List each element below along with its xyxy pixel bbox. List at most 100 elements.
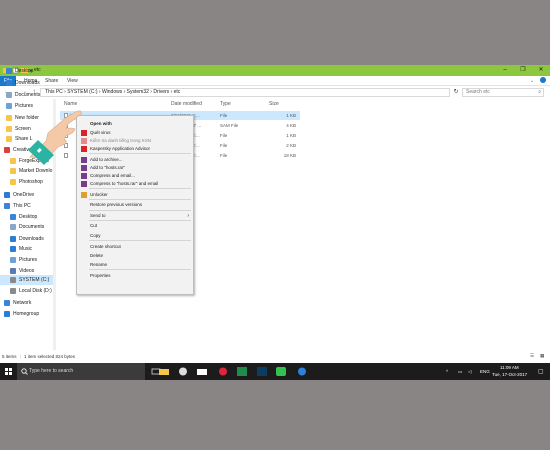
selection-info: 1 item selected 824 bytes [24, 354, 76, 359]
search-placeholder: Search etc [466, 89, 490, 95]
menu-item[interactable]: Open with [77, 120, 193, 128]
column-date[interactable]: Date modified [171, 101, 202, 107]
clock-date[interactable]: Tue, 17-Oct-2017 [492, 372, 527, 389]
menu-separator [89, 188, 191, 189]
nav-item[interactable]: Downloads [0, 234, 56, 244]
nav-item[interactable]: SYSTEM (C:) [0, 275, 56, 285]
menu-item[interactable]: Quét virus [77, 129, 193, 137]
folder-icon [6, 115, 12, 121]
nav-item[interactable]: Homegroup [0, 309, 56, 319]
menu-item[interactable]: Properties [77, 272, 193, 280]
desktop-icon [6, 68, 12, 74]
nav-item[interactable]: Documents [0, 90, 56, 100]
nav-item[interactable]: OneDrive [0, 190, 56, 200]
language-indicator[interactable]: ENG [480, 369, 490, 386]
menu-item[interactable]: Kiểm tra danh tiếng trong KSN [77, 137, 193, 145]
details-view-icon[interactable]: ☰ [530, 353, 536, 359]
photoshop-icon[interactable] [256, 365, 268, 378]
status-divider: | [20, 354, 22, 359]
refresh-icon[interactable]: ↻ [452, 88, 460, 96]
nav-item[interactable]: Documents [0, 222, 56, 232]
context-menu: Open with Quét virus Kiểm tra danh tiếng t… [76, 115, 194, 295]
windows-icon [5, 368, 12, 375]
onedrive-icon [4, 192, 10, 198]
menu-item[interactable]: Cut [77, 222, 193, 230]
large-icons-view-icon[interactable]: ▦ [540, 353, 546, 359]
title-bar: ▾ etc – ❐ ✕ [0, 65, 550, 76]
menu-item[interactable]: Compress to "hosts.rar" and email [77, 180, 193, 188]
menu-item[interactable]: Kaspersky Application Advisor [77, 145, 193, 153]
maximize-button[interactable]: ❐ [514, 65, 532, 76]
app-icon-chrome-like[interactable] [177, 365, 189, 378]
menu-separator [89, 199, 191, 200]
nav-item[interactable]: This PC [0, 201, 56, 211]
menu-item[interactable]: Add to "hosts.rar" [77, 164, 193, 172]
search-icon [21, 368, 28, 375]
taskbar-search[interactable]: Type here to search [17, 363, 145, 380]
menu-item-label: Compress and email... [90, 173, 136, 178]
menu-item-label: Kiểm tra danh tiếng trong KSN [90, 138, 152, 143]
nav-item-label: Desktop [19, 214, 38, 220]
nav-item[interactable]: Pictures [0, 255, 56, 265]
unlocker-icon [81, 192, 87, 198]
mail-icon[interactable] [196, 365, 208, 378]
chevron-down-icon[interactable]: ⌄ [530, 78, 534, 84]
spreadsheet-icon[interactable] [236, 365, 248, 378]
taskbar-search-text: Type here to search [29, 368, 74, 374]
notifications-icon[interactable]: ▢ [538, 368, 544, 385]
file-size: 2 KB [286, 143, 296, 148]
close-button[interactable]: ✕ [532, 65, 550, 76]
menu-item[interactable]: Copy [77, 232, 193, 240]
nav-item[interactable]: Local Disk (D:) [0, 286, 56, 296]
nav-item[interactable]: Downloads [0, 78, 56, 88]
tray-chevron-icon[interactable]: ^ [446, 369, 448, 386]
nav-item[interactable]: Photoshop [0, 177, 56, 187]
folder-icon [10, 179, 16, 185]
menu-item[interactable]: Rename [77, 261, 193, 269]
menu-item[interactable]: Create shortcut [77, 243, 193, 251]
menu-item-label: Add to archive... [90, 157, 123, 162]
network-tray-icon[interactable]: ▭ [458, 369, 462, 386]
file-explorer-icon[interactable] [158, 365, 170, 378]
menu-item[interactable]: Unlocker [77, 191, 193, 199]
volume-icon[interactable]: ◁ [468, 369, 471, 386]
start-button[interactable] [0, 363, 17, 380]
edge-icon[interactable] [296, 365, 308, 378]
address-path[interactable]: This PC › SYSTEM (C:) › Windows › System… [40, 88, 450, 97]
nav-item-label: Music [19, 246, 33, 252]
search-input[interactable]: Search etc ⌕ [462, 88, 544, 97]
menu-item[interactable]: Send to › [77, 212, 193, 220]
nav-item[interactable]: Music [0, 244, 56, 254]
folder-icon [6, 126, 12, 132]
help-icon[interactable] [540, 77, 546, 83]
drive-icon [10, 277, 16, 283]
minimize-button[interactable]: – [496, 65, 514, 76]
nav-item-label: Downloads [15, 80, 40, 86]
nav-item[interactable]: Network [0, 298, 56, 308]
menu-item-label: Properties [90, 273, 111, 278]
menu-item-label: Cut [90, 223, 98, 228]
column-size[interactable]: Size [269, 101, 279, 107]
folder-icon [10, 168, 16, 174]
nav-item[interactable]: Desktop [0, 212, 56, 222]
column-type[interactable]: Type [220, 101, 231, 107]
nav-item[interactable]: Desktop [0, 66, 56, 76]
search-icon: ⌕ [538, 89, 541, 95]
file-type: File [220, 133, 228, 138]
menu-separator [89, 240, 191, 241]
menu-item[interactable]: Delete [77, 252, 193, 260]
nav-item[interactable]: Market Downlo [0, 166, 56, 176]
file-type: File [220, 153, 228, 158]
menu-item[interactable]: Compress and email... [77, 172, 193, 180]
tab-view[interactable]: View [63, 76, 82, 86]
nav-item-label: Photoshop [19, 179, 43, 185]
line-icon[interactable] [275, 365, 287, 378]
nav-item-label: SYSTEM (C:) [19, 277, 50, 283]
menu-separator [89, 269, 191, 270]
menu-item[interactable]: Add to archive... [77, 156, 193, 164]
menu-item-label: Send to [90, 213, 106, 218]
menu-item[interactable]: Restore previous versions [77, 201, 193, 209]
opera-icon[interactable] [217, 365, 229, 378]
menu-item-label: Quét virus [90, 130, 111, 135]
column-headers: Name Date modified Type Size [60, 99, 300, 109]
